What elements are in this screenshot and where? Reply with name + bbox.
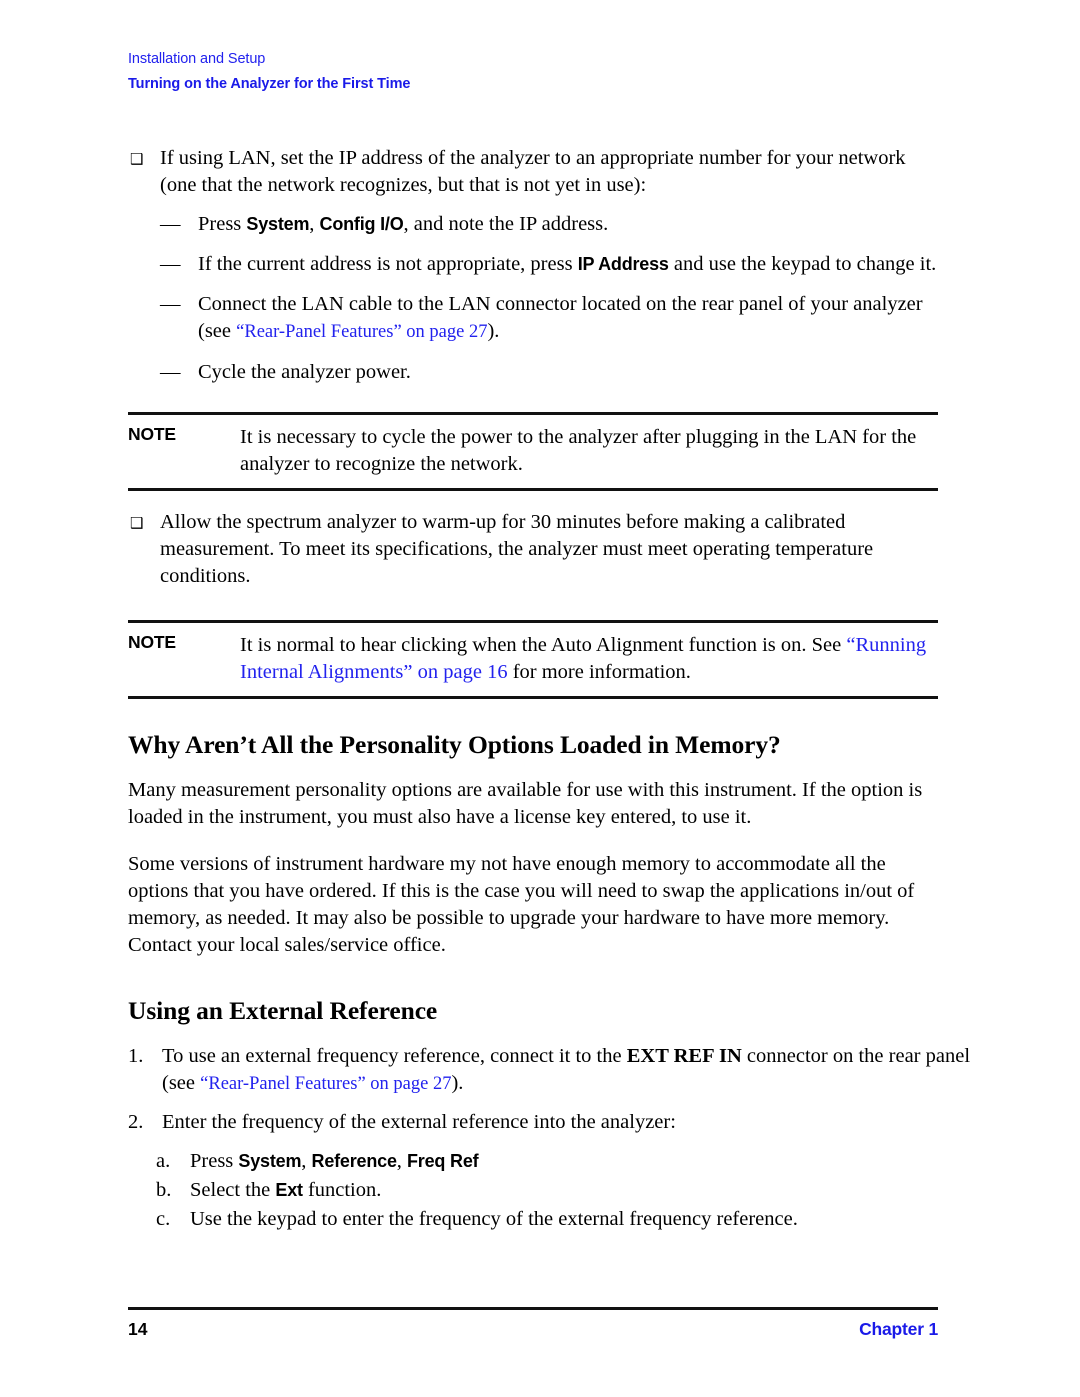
alpha-text-pre: Use the keypad to enter the frequency of… bbox=[190, 1208, 798, 1230]
alpha-item-b: b. Select the Ext function. bbox=[156, 1176, 938, 1205]
note-label: NOTE bbox=[128, 632, 176, 652]
header-topic: Turning on the Analyzer for the First Ti… bbox=[128, 76, 411, 92]
footer-rule bbox=[128, 1307, 938, 1310]
dash-text-pre: If the current address is not appropriat… bbox=[198, 253, 578, 275]
square-bullet-icon: ❑ bbox=[130, 150, 144, 168]
section-heading-external-reference: Using an External Reference bbox=[128, 996, 438, 1025]
key-system: System bbox=[238, 1151, 302, 1171]
dash-text-post: , and note the IP address. bbox=[403, 213, 609, 235]
running-header: Installation and Setup Turning on the An… bbox=[128, 50, 938, 94]
em-dash-icon: — bbox=[160, 213, 181, 235]
document-page: Installation and Setup Turning on the An… bbox=[0, 0, 1080, 1397]
note-label: NOTE bbox=[128, 424, 176, 444]
dash-text-pre: Cycle the analyzer power. bbox=[198, 361, 411, 383]
dash-text-mid: , bbox=[309, 213, 320, 235]
alpha-item-c: c. Use the keypad to enter the frequency … bbox=[156, 1205, 938, 1234]
key-ext: Ext bbox=[275, 1180, 303, 1200]
alpha-marker: c. bbox=[156, 1208, 171, 1230]
xref-rear-panel-features[interactable]: “Rear-Panel Features” on page 27 bbox=[200, 1074, 451, 1094]
note-block-cycle-power: NOTE It is necessary to cycle the power … bbox=[128, 412, 938, 491]
note-rule-bottom bbox=[128, 488, 938, 491]
numbered-text-post: ). bbox=[451, 1072, 464, 1094]
note-text: It is normal to hear clicking when the A… bbox=[240, 632, 938, 686]
numbered-marker: 2. bbox=[128, 1111, 144, 1133]
em-dash-icon: — bbox=[160, 253, 181, 275]
note-body: NOTE It is necessary to cycle the power … bbox=[128, 415, 938, 488]
page-content: ❑ If using LAN, set the IP address of th… bbox=[128, 145, 970, 1234]
alpha-item-a: a. Press System, Reference, Freq Ref bbox=[156, 1147, 938, 1176]
numbered-list-external-reference: 1. To use an external frequency reference… bbox=[128, 1043, 970, 1234]
numbered-item-1: 1. To use an external frequency reference… bbox=[128, 1043, 972, 1098]
dash-text-post: and use the keypad to change it. bbox=[668, 253, 937, 275]
bullet-item-lan: ❑ If using LAN, set the IP address of th… bbox=[128, 145, 938, 199]
dash-text-pre: Press bbox=[198, 213, 247, 235]
key-freq-ref: Freq Ref bbox=[407, 1151, 479, 1171]
footer-page-number: 14 bbox=[128, 1319, 148, 1339]
dash-sublist-lan: — Press System, Config I/O, and note the … bbox=[128, 211, 938, 386]
numbered-marker: 1. bbox=[128, 1045, 144, 1067]
key-ip-address: IP Address bbox=[577, 254, 669, 274]
note-rule-bottom bbox=[128, 696, 938, 699]
numbered-text: Enter the frequency of the external refe… bbox=[162, 1111, 676, 1133]
bullet-text: If using LAN, set the IP address of the … bbox=[160, 147, 906, 196]
alpha-text-pre: Press bbox=[190, 1150, 239, 1172]
alpha-marker: b. bbox=[156, 1179, 172, 1201]
dash-item-press-system: — Press System, Config I/O, and note the … bbox=[160, 211, 938, 238]
alpha-text-post: function. bbox=[302, 1179, 382, 1201]
square-bullet-icon: ❑ bbox=[130, 514, 144, 532]
key-reference: Reference bbox=[311, 1151, 397, 1171]
numbered-text-pre: To use an external frequency reference, … bbox=[162, 1045, 627, 1067]
note-body: NOTE It is normal to hear clicking when … bbox=[128, 623, 938, 696]
xref-rear-panel-features[interactable]: “Rear-Panel Features” on page 27 bbox=[236, 322, 487, 342]
note-text-post: for more information. bbox=[507, 661, 691, 683]
note-text: It is necessary to cycle the power to th… bbox=[240, 426, 917, 475]
note-block-auto-alignment: NOTE It is normal to hear clicking when … bbox=[128, 620, 938, 699]
key-ext-ref-in: EXT REF IN bbox=[626, 1045, 742, 1067]
numbered-item-2: 2. Enter the frequency of the external re… bbox=[128, 1109, 972, 1136]
em-dash-icon: — bbox=[160, 361, 181, 383]
key-config-io: Config I/O bbox=[319, 214, 404, 234]
dash-item-connect-lan: — Connect the LAN cable to the LAN connec… bbox=[160, 291, 938, 346]
alpha-text-mid2: , bbox=[396, 1150, 408, 1172]
section-heading-personality-options: Why Aren’t All the Personality Options L… bbox=[128, 730, 781, 759]
bullet-text: Allow the spectrum analyzer to warm-up f… bbox=[160, 511, 874, 587]
dash-item-cycle-power: — Cycle the analyzer power. bbox=[160, 359, 938, 386]
alpha-text-mid1: , bbox=[301, 1150, 312, 1172]
key-system: System bbox=[246, 214, 310, 234]
header-book-section: Installation and Setup bbox=[128, 51, 266, 67]
note-text-pre: It is normal to hear clicking when the A… bbox=[240, 634, 847, 656]
footer-chapter-label: Chapter 1 bbox=[859, 1319, 938, 1339]
page-footer: 14 Chapter 1 bbox=[128, 1307, 938, 1340]
alpha-sublist-external-reference: a. Press System, Reference, Freq Ref b. Se… bbox=[156, 1147, 938, 1234]
footer-row: 14 Chapter 1 bbox=[128, 1319, 938, 1340]
bullet-item-warmup: ❑ Allow the spectrum analyzer to warm-up… bbox=[128, 509, 938, 590]
paragraph-personality-1: Many measurement personality options are… bbox=[128, 779, 923, 828]
paragraph-personality-2: Some versions of instrument hardware my … bbox=[128, 853, 915, 956]
dash-text-post: ). bbox=[487, 320, 500, 342]
dash-item-ip-address: — If the current address is not appropria… bbox=[160, 251, 938, 278]
alpha-marker: a. bbox=[156, 1150, 171, 1172]
em-dash-icon: — bbox=[160, 293, 181, 315]
alpha-text-pre: Select the bbox=[190, 1179, 276, 1201]
